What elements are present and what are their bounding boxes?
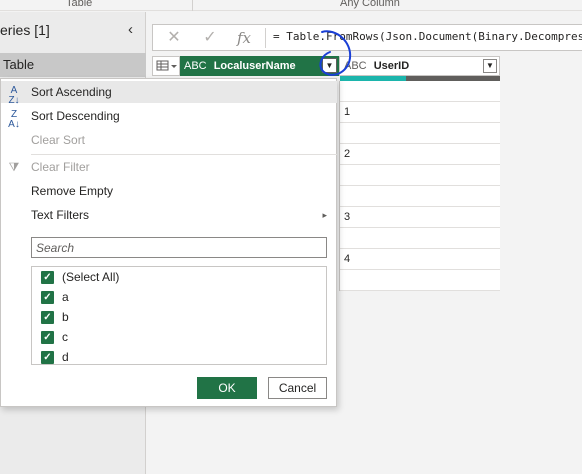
- chevron-left-icon[interactable]: ‹: [128, 21, 133, 38]
- cell-userid: 1: [344, 106, 351, 118]
- checkbox-checked-icon[interactable]: ✓: [41, 351, 54, 364]
- cancel-button[interactable]: Cancel: [268, 377, 327, 399]
- checkbox-checked-icon[interactable]: ✓: [41, 331, 54, 344]
- column-filter-dropdown-button[interactable]: ▼: [322, 58, 337, 73]
- filter-value-label: b: [62, 310, 69, 324]
- check-icon[interactable]: ✓: [195, 26, 225, 50]
- column-header-label: LocaluserName: [213, 60, 296, 72]
- filter-value-label: c: [62, 330, 68, 344]
- column-header-userid[interactable]: ABC UserID ▼: [339, 56, 500, 76]
- filter-search-input[interactable]: [32, 238, 326, 257]
- menu-item-label: Sort Ascending: [31, 85, 112, 99]
- chevron-down-icon[interactable]: ▼: [483, 59, 497, 73]
- text-type-icon[interactable]: ABC: [344, 60, 367, 72]
- menu-item-label: Text Filters: [31, 208, 90, 222]
- sort-ascending-icon: A Z↓: [8, 85, 20, 106]
- menu-item-label: Clear Sort: [31, 133, 86, 147]
- formula-text[interactable]: = Table.FromRows(Json.Document(Binary.De…: [273, 30, 582, 43]
- table-row[interactable]: [340, 81, 500, 102]
- table-icon: [156, 60, 177, 71]
- ribbon-group-labels: Table Any Column: [0, 0, 582, 11]
- filter-value-label: (Select All): [62, 270, 120, 284]
- menu-item-sort-descending[interactable]: Z A↓ Sort Descending: [1, 105, 337, 130]
- table-row[interactable]: 4: [340, 249, 500, 270]
- table-row[interactable]: [340, 228, 500, 249]
- menu-item-remove-empty[interactable]: Remove Empty: [1, 180, 337, 202]
- cell-userid: 3: [344, 211, 351, 223]
- menu-item-sort-ascending[interactable]: A Z↓ Sort Ascending: [1, 81, 337, 106]
- ok-button[interactable]: OK: [197, 377, 257, 399]
- menu-item-text-filters[interactable]: Text Filters ▸: [1, 204, 337, 226]
- filter-value-label: d: [62, 350, 69, 364]
- filter-value-label: a: [62, 290, 69, 304]
- queries-pane-title: eries [1]: [0, 22, 50, 38]
- cell-userid: 2: [344, 148, 351, 160]
- ribbon-group-table: Table: [66, 0, 93, 9]
- menu-item-clear-sort[interactable]: Clear Sort: [1, 129, 337, 151]
- query-item-label: Table: [3, 57, 35, 72]
- column-filter-menu: A Z↓ Sort Ascending Z A↓ Sort Descending C…: [0, 78, 337, 407]
- checkbox-checked-icon[interactable]: ✓: [41, 291, 54, 304]
- close-icon[interactable]: ✕: [159, 26, 189, 50]
- table-menu-icon[interactable]: [152, 56, 180, 76]
- menu-item-label: Remove Empty: [31, 184, 114, 198]
- table-row[interactable]: [340, 165, 500, 186]
- ribbon-divider: [192, 0, 193, 11]
- menu-item-label: Sort Descending: [31, 109, 120, 123]
- filter-search-box[interactable]: [31, 237, 327, 258]
- query-item-table[interactable]: Table: [0, 53, 146, 77]
- table-row[interactable]: 1: [340, 102, 500, 123]
- table-row[interactable]: [340, 123, 500, 144]
- table-row[interactable]: [340, 270, 500, 291]
- cell-userid: 4: [344, 253, 351, 265]
- menu-separator: [31, 154, 337, 155]
- column-header-localusername[interactable]: ABC LocaluserName: [180, 56, 339, 76]
- filter-values-list: ✓ (Select All) ✓ a ✓ b ✓ c ✓ d: [31, 266, 327, 365]
- text-type-icon[interactable]: ABC: [184, 60, 207, 72]
- checkbox-checked-icon[interactable]: ✓: [41, 311, 54, 324]
- checkbox-checked-icon[interactable]: ✓: [41, 271, 54, 284]
- clear-filter-icon: ⧩: [8, 160, 20, 174]
- ribbon-group-any-column: Any Column: [340, 0, 400, 9]
- menu-item-clear-filter[interactable]: ⧩ Clear Filter: [1, 156, 337, 178]
- fx-icon[interactable]: fx: [229, 26, 259, 50]
- sort-descending-icon: Z A↓: [8, 109, 20, 130]
- chevron-right-icon: ▸: [322, 210, 327, 220]
- formula-bar-divider: [265, 28, 266, 48]
- menu-item-label: Clear Filter: [31, 160, 90, 174]
- formula-bar: ✕ ✓ fx = Table.FromRows(Json.Document(Bi…: [152, 24, 582, 51]
- column-header-label: UserID: [373, 60, 410, 72]
- table-row[interactable]: 3: [340, 207, 500, 228]
- column-divider: [339, 81, 340, 291]
- table-row[interactable]: [340, 186, 500, 207]
- table-row[interactable]: 2: [340, 144, 500, 165]
